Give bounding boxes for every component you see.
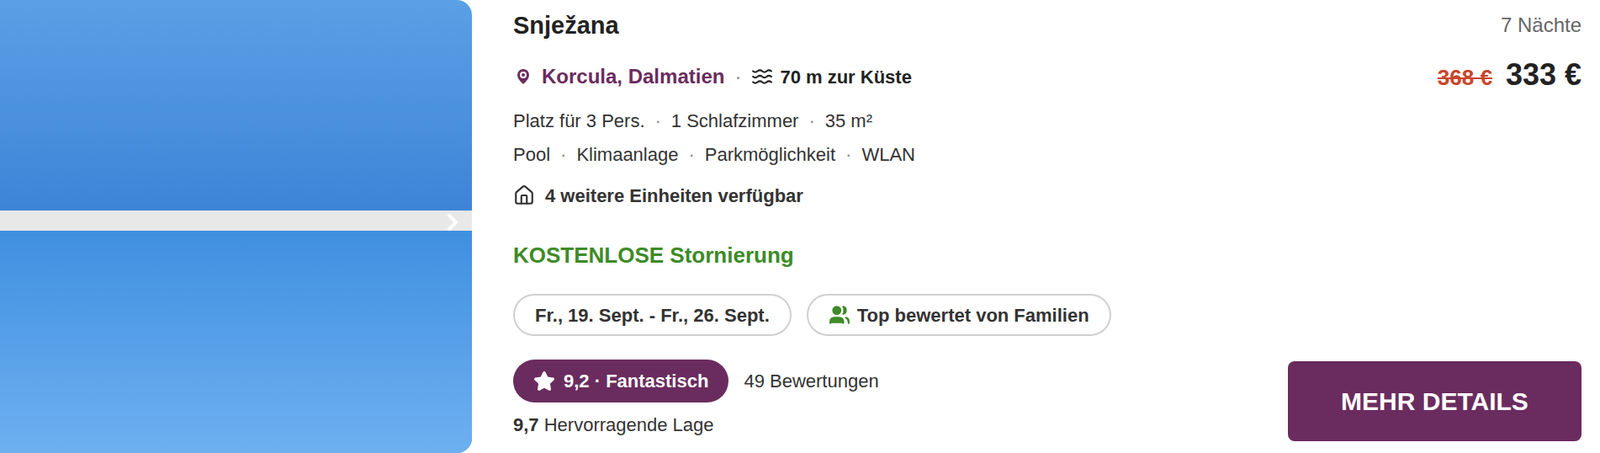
dates-chip[interactable]: Fr., 19. Sept. - Fr., 26. Sept.: [513, 293, 792, 336]
chevron-right-icon: [439, 208, 467, 236]
family-chip[interactable]: Top bewertet von Familien: [806, 293, 1112, 336]
details: Snježana Korcula, Dalmatien · 70 m zur Küst…: [471, 0, 1288, 453]
more-units[interactable]: 4 weitere Einheiten verfügbar: [513, 182, 1288, 208]
separator: ·: [734, 61, 742, 92]
rating-badge: 9,2 · Fantastisch: [513, 359, 729, 403]
price-column: 7 Nächte368 € 333 € MEHR DETAILS: [1287, 0, 1600, 453]
chips-row: Fr., 19. Sept. - Fr., 26. Sept. Top bewer…: [513, 293, 1288, 336]
detail: 35 m²: [825, 106, 873, 135]
price: 368 € 333 €: [1437, 52, 1582, 98]
separator: ·: [560, 140, 567, 169]
star-icon: [533, 370, 556, 393]
nights: 7 Nächte: [1500, 11, 1582, 39]
rating-row: 9,2 · Fantastisch 49 Bewertungen: [513, 359, 1288, 403]
separator: ·: [845, 140, 852, 169]
amenity: WLAN: [861, 140, 916, 169]
amenity: Klimaanlage: [576, 140, 679, 169]
detail: Platz für 3 Pers.: [513, 106, 646, 135]
family-icon: [828, 303, 851, 326]
detail: 1 Schlafzimmer: [671, 106, 800, 135]
map-pin-icon: [513, 66, 534, 87]
coast-distance: 70 m zur Küste: [779, 63, 912, 91]
amenities-row: Pool · Klimaanlage · Parkmöglichkeit · WLAN: [513, 141, 1288, 167]
separator: ·: [688, 140, 695, 169]
current-price: 333 €: [1505, 52, 1582, 98]
separator: ·: [808, 106, 815, 135]
amenity: Parkmöglichkeit: [704, 140, 836, 169]
waves-icon: [751, 65, 774, 88]
separator: ·: [655, 106, 662, 135]
location-row: Korcula, Dalmatien · 70 m zur Küste: [513, 63, 1288, 90]
more-details-button[interactable]: MEHR DETAILS: [1287, 360, 1582, 441]
review-count[interactable]: 49 Bewertungen: [743, 366, 879, 395]
free-cancellation: KOSTENLOSE Stornierung: [513, 241, 1288, 269]
old-price: 368 €: [1437, 61, 1493, 95]
location-rating: 9,7 Hervorragende Lage: [513, 413, 1288, 437]
details-row: Platz für 3 Pers. · 1 Schlafzimmer · 35 m²: [513, 107, 1288, 133]
next-photo-button[interactable]: [439, 208, 467, 236]
listing-card: Snježana Korcula, Dalmatien · 70 m zur Küst…: [0, 0, 1600, 453]
house-icon: [513, 184, 536, 207]
photo[interactable]: [0, 0, 472, 453]
amenity: Pool: [513, 140, 551, 169]
title: Snježana: [513, 10, 1288, 41]
location[interactable]: Korcula, Dalmatien: [541, 61, 725, 92]
